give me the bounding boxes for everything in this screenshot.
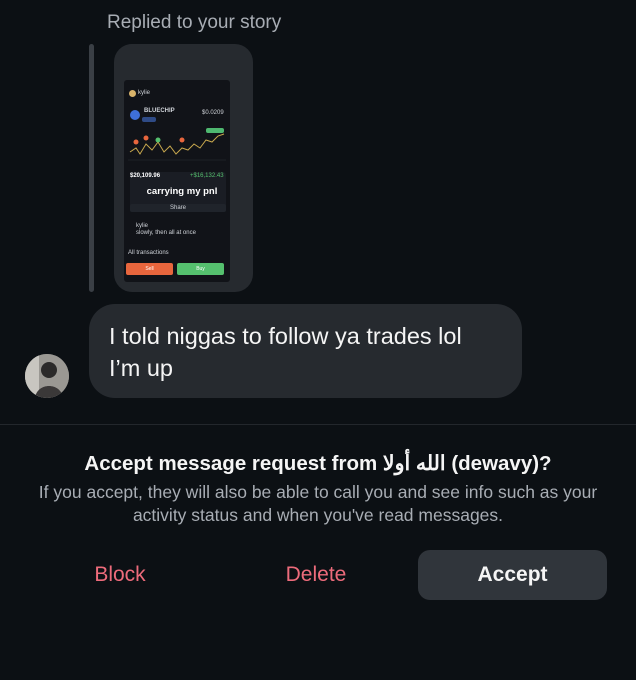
accept-button[interactable]: Accept xyxy=(418,550,607,600)
thumb-comment-text: slowly, then all at once xyxy=(136,230,196,236)
thumb-coin-name: BLUECHIP xyxy=(144,108,175,114)
delete-button[interactable]: Delete xyxy=(256,550,376,600)
thumb-username: kylie xyxy=(138,90,151,96)
price-chart-icon xyxy=(128,133,226,161)
story-overlay-caption: carrying my pnl xyxy=(146,186,218,197)
section-divider xyxy=(0,424,636,425)
thumb-sell-button: Sell xyxy=(126,263,173,275)
person-avatar-icon xyxy=(25,354,69,398)
reply-indicator-bar xyxy=(89,44,94,292)
thumb-pnl-change: +$16,132.43 xyxy=(190,173,224,179)
thumb-transactions-label: All transactions xyxy=(128,250,169,256)
story-screenshot: kylie BLUECHIP $0.0209 $20,109.96 +$16,1… xyxy=(124,80,230,282)
request-title: Accept message request from الله أولا (d… xyxy=(84,452,552,475)
block-button[interactable]: Block xyxy=(60,550,180,600)
message-text: I told niggas to follow ya trades lol I’… xyxy=(109,323,462,381)
thumb-price: $0.0209 xyxy=(202,110,224,116)
replied-to-story-label: Replied to your story xyxy=(107,12,282,33)
thumb-comment-user: kylie xyxy=(136,223,149,229)
message-bubble[interactable]: I told niggas to follow ya trades lol I’… xyxy=(89,304,522,398)
thumb-tag xyxy=(142,117,156,122)
thumb-share-label: Share xyxy=(170,205,187,211)
thumb-buy-button: Buy xyxy=(177,263,224,275)
request-description: If you accept, they will also be able to… xyxy=(38,482,598,525)
thumb-pnl-value: $20,109.96 xyxy=(130,173,161,179)
thumb-avatar xyxy=(129,90,136,97)
story-thumbnail[interactable]: kylie BLUECHIP $0.0209 $20,109.96 +$16,1… xyxy=(114,44,253,292)
coin-icon xyxy=(130,110,140,120)
sender-avatar[interactable] xyxy=(25,354,69,398)
